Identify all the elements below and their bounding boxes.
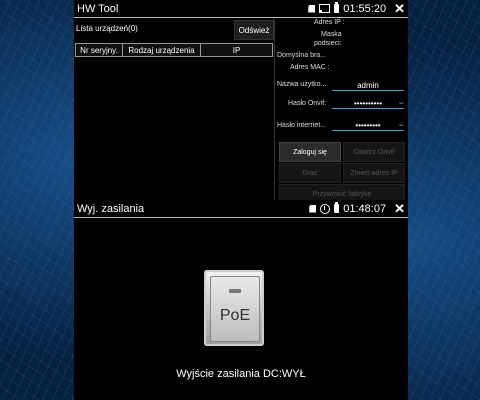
- device-table: Nr seryjny. Rodzaj urządzenia IP: [75, 43, 273, 57]
- poe-indicator-slot: [229, 289, 241, 293]
- username-value: admin: [357, 80, 379, 90]
- subnet-mask-label-line1: Maska: [321, 31, 342, 38]
- title-bar: HW Tool 01:55:20 ✕: [74, 0, 408, 18]
- internet-password-label: Hasło internet...: [277, 122, 327, 129]
- hw-tool-window: HW Tool 01:55:20 ✕ Lista urządzeń(0) Odś…: [74, 0, 408, 210]
- refresh-button[interactable]: Odśwież: [234, 20, 274, 40]
- mac-address-label: Adres MAC :: [290, 64, 330, 71]
- status-icons: 01:55:20 ✕: [308, 1, 405, 17]
- title-bar: Wyj. zasilania 01:48:07 ✕: [74, 200, 408, 218]
- ip-address-label: Adres IP :: [314, 19, 345, 26]
- onvif-password-label: Hasło Onvif:: [288, 100, 327, 107]
- internet-password-field[interactable]: ••••••••• ⌣: [332, 120, 404, 131]
- close-icon[interactable]: ✕: [394, 201, 405, 217]
- column-device-type[interactable]: Rodzaj urządzenia: [122, 43, 201, 57]
- gateway-label: Domyślna bra...: [277, 52, 327, 59]
- status-icons: 01:48:07 ✕: [309, 201, 405, 217]
- subnet-mask-label-line2: podsieci:: [314, 40, 342, 47]
- sd-card-icon: [308, 4, 316, 13]
- clock-icon: [320, 203, 331, 214]
- login-button[interactable]: Zaloguj się: [279, 142, 341, 162]
- open-onvif-button[interactable]: Otwórz Onvif: [343, 142, 405, 162]
- close-icon[interactable]: ✕: [394, 1, 405, 17]
- username-field[interactable]: admin: [332, 80, 404, 91]
- username-label: Nazwa użytko...: [277, 81, 327, 88]
- device-list-label: Lista urządzeń(0): [76, 24, 138, 33]
- poe-toggle-button[interactable]: PoE: [204, 270, 264, 346]
- internet-password-value: •••••••••: [355, 120, 381, 130]
- onvif-password-field[interactable]: •••••••••• ⌣: [332, 98, 404, 109]
- change-ip-button[interactable]: Zmień adres IP: [343, 163, 405, 183]
- poe-key-face: PoE: [210, 276, 260, 342]
- power-output-status: Wyjście zasilania DC:WYŁ: [176, 368, 306, 380]
- sd-card-icon: [309, 204, 317, 213]
- column-serial[interactable]: Nr seryjny.: [75, 43, 123, 57]
- eye-icon[interactable]: ⌣: [399, 98, 404, 108]
- eye-icon[interactable]: ⌣: [399, 120, 404, 130]
- poe-label: PoE: [219, 307, 251, 324]
- window-title: HW Tool: [77, 2, 119, 15]
- battery-icon: [334, 202, 340, 213]
- clock-time: 01:48:07: [343, 202, 387, 215]
- window-title: Wyj. zasilania: [77, 202, 145, 215]
- power-output-window: Wyj. zasilania 01:48:07 ✕ PoE Wyjście za…: [74, 200, 408, 400]
- battery-icon: [334, 2, 340, 13]
- play-button[interactable]: Grać: [279, 163, 341, 183]
- panel-divider: [274, 18, 275, 210]
- table-header-row: Nr seryjny. Rodzaj urządzenia IP: [75, 43, 273, 57]
- clock-time: 01:55:20: [343, 2, 387, 15]
- column-ip[interactable]: IP: [200, 43, 273, 57]
- cast-icon: [319, 4, 331, 13]
- onvif-password-value: ••••••••••: [353, 98, 382, 108]
